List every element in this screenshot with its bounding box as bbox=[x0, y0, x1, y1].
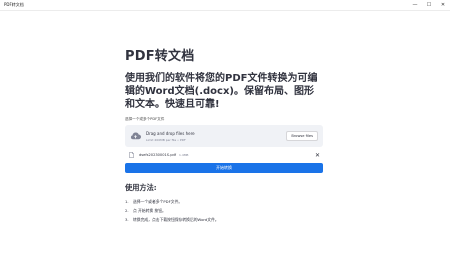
window-title: PDF转文档 bbox=[4, 2, 24, 7]
window-titlebar: PDF转文档 — ☐ ✕ bbox=[0, 0, 450, 11]
window-controls: — ☐ ✕ bbox=[408, 0, 450, 10]
browse-files-button[interactable]: Browse files bbox=[286, 131, 318, 141]
step-number: 1. bbox=[125, 199, 129, 204]
remove-file-icon[interactable]: ✕ bbox=[315, 152, 320, 159]
step-text: 转换完成，点击下载按钮保存转换后的Word文件。 bbox=[133, 217, 219, 222]
step-number: 2. bbox=[125, 208, 129, 213]
uploader-label: 选择一个或多个PDF文件 bbox=[125, 117, 165, 121]
dropzone-limit: Limit 200MB per file • PDF bbox=[146, 137, 186, 142]
howto-step: 3. 转换完成，点击下载按钮保存转换后的Word文件。 bbox=[125, 215, 323, 224]
howto-step: 2. 点 开始转换 按钮。 bbox=[125, 206, 323, 215]
uploaded-file-row: dsefs20230001S.pdf 1.4MB ✕ bbox=[125, 149, 323, 161]
file-icon bbox=[129, 152, 134, 158]
close-icon[interactable]: ✕ bbox=[436, 0, 450, 10]
step-text: 点 开始转换 按钮。 bbox=[133, 208, 166, 213]
howto-title: 使用方法: bbox=[125, 183, 157, 192]
page-subtitle: 使用我们的软件将您的PDF文件转换为可编辑的Word文档(.docx)。保留布局… bbox=[125, 73, 318, 110]
page-title: PDF转文档 bbox=[125, 49, 195, 64]
file-dropzone[interactable]: Drag and drop files here Limit 200MB per… bbox=[125, 125, 323, 147]
uploaded-file-size: 1.4MB bbox=[179, 153, 189, 157]
dropzone-instructions: Drag and drop files here bbox=[146, 130, 195, 136]
uploaded-file-name: dsefs20230001S.pdf bbox=[139, 153, 177, 157]
howto-step: 1. 选择一个或者多个PDF文件。 bbox=[125, 197, 323, 206]
step-number: 3. bbox=[125, 217, 129, 222]
step-text: 选择一个或者多个PDF文件。 bbox=[133, 199, 183, 204]
main-content: PDF转文档 使用我们的软件将您的PDF文件转换为可编辑的Word文档(.doc… bbox=[125, 20, 323, 224]
convert-button[interactable]: 开始转换 bbox=[125, 163, 323, 173]
maximize-icon[interactable]: ☐ bbox=[422, 0, 436, 10]
howto-steps: 1. 选择一个或者多个PDF文件。 2. 点 开始转换 按钮。 3. 转换完成，… bbox=[125, 197, 323, 224]
minimize-icon[interactable]: — bbox=[408, 0, 422, 10]
dropzone-text: Drag and drop files here Limit 200MB per… bbox=[146, 131, 195, 142]
cloud-upload-icon bbox=[130, 132, 141, 140]
